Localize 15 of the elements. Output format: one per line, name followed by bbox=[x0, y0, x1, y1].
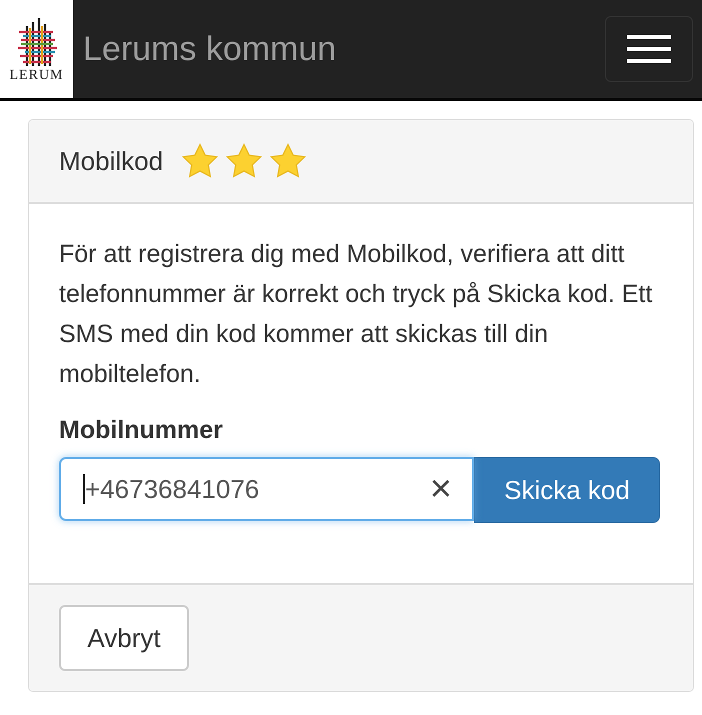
logo-text: LERUM bbox=[10, 68, 64, 84]
logo[interactable]: LERUM bbox=[0, 0, 73, 98]
send-code-button[interactable]: Skicka kod bbox=[474, 457, 660, 523]
clear-button[interactable]: × bbox=[430, 470, 452, 508]
phone-input[interactable]: +46736841076 × bbox=[59, 457, 474, 521]
star-icon bbox=[181, 143, 220, 179]
cancel-button[interactable]: Avbryt bbox=[59, 605, 189, 671]
panel-title: Mobilkod bbox=[59, 146, 164, 176]
star-icon bbox=[269, 143, 308, 179]
brand-title[interactable]: Lerums kommun bbox=[83, 30, 336, 68]
menu-button[interactable] bbox=[605, 16, 693, 82]
menu-icon bbox=[627, 34, 671, 64]
instructions-text: För att registrera dig med Mobilkod, verifiera att ditt telefonnummer är korrekt och tryck på Skicka kod. Ett SMS med din kod kommer att skickas till din mobiltelefon. bbox=[59, 239, 654, 390]
star-icon bbox=[225, 143, 264, 179]
field-label: Mobilnummer bbox=[59, 416, 224, 445]
